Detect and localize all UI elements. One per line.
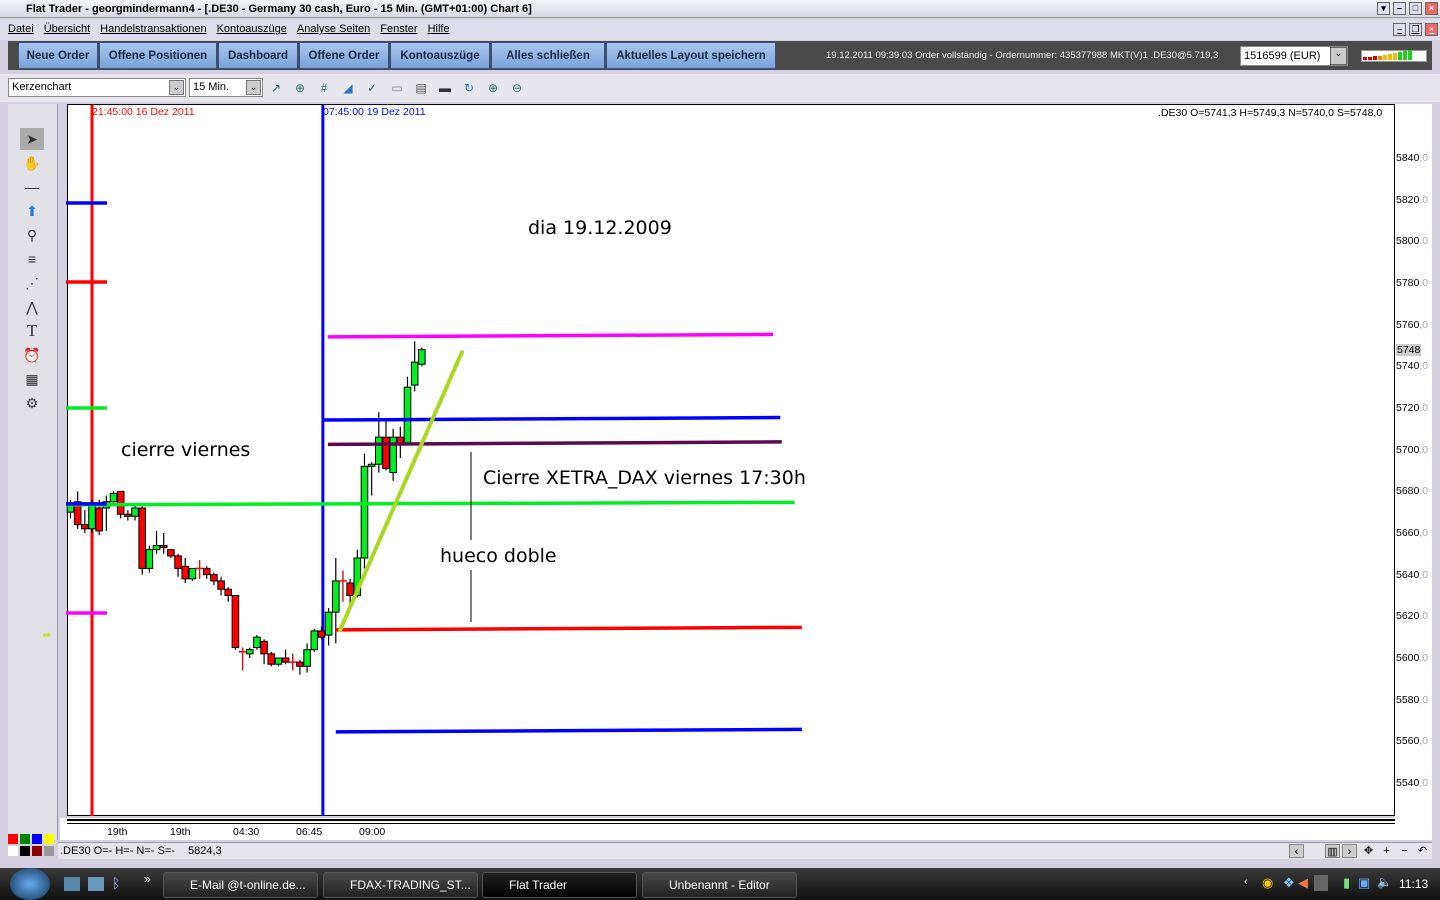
candle-down	[124, 513, 132, 517]
bluetooth-icon[interactable]: ᛒ	[112, 875, 120, 891]
switch-windows-icon[interactable]	[88, 877, 104, 891]
candle-down	[281, 657, 290, 663]
candle-up	[152, 544, 161, 551]
horizontal-line	[327, 440, 782, 447]
start-button[interactable]	[10, 868, 50, 900]
horizontal-line	[66, 500, 795, 507]
horizontal-line	[322, 415, 781, 422]
candle-up	[253, 636, 261, 649]
candle-up	[367, 463, 376, 467]
candle-down	[138, 507, 146, 569]
candle-up	[360, 465, 369, 559]
candle-down	[317, 630, 326, 638]
candle-up	[375, 436, 383, 465]
current-price-label: 5748	[1396, 344, 1422, 356]
annotation-hueco-doble: hueco doble	[440, 545, 557, 567]
candle-up	[131, 507, 139, 517]
candle-up	[418, 349, 426, 365]
annotation-cierre-viernes: cierre viernes	[121, 439, 251, 461]
move-icon[interactable]: ✥	[1361, 844, 1376, 858]
show-desktop-icon[interactable]	[64, 877, 80, 891]
horizontal-line	[335, 727, 802, 734]
candle-down	[346, 582, 354, 596]
task-flat-trader[interactable]: Flat Trader	[482, 872, 637, 898]
scroll-right-button[interactable]: ›	[1342, 844, 1357, 858]
annotation-cierre-xetra: Cierre XETRA_DAX viernes 17:30h	[483, 467, 806, 489]
candle-up	[410, 361, 419, 386]
vline-label-blue: 07:45:00 19 Dez 2011	[323, 106, 426, 118]
color-maroon[interactable]	[32, 846, 42, 856]
tray-device-icon[interactable]	[1314, 875, 1328, 891]
status-price: 5824,3	[188, 845, 222, 857]
horizontal-line	[327, 332, 774, 339]
tray-speaker-icon[interactable]: ◀	[1298, 875, 1308, 891]
candle-down	[174, 555, 182, 569]
tray-app-icon[interactable]: ◉	[1262, 875, 1273, 891]
trend-line	[338, 349, 464, 633]
candle-down	[181, 565, 190, 580]
task-label: FDAX-TRADING_ST...	[350, 878, 471, 892]
vline-label-red: 21:45:00 16 Dez 2011	[92, 106, 195, 118]
reset-zoom-icon[interactable]: ↶	[1415, 844, 1430, 858]
candle-up	[403, 386, 412, 444]
candle-down	[116, 490, 125, 515]
candle-up	[303, 649, 311, 667]
candle-down	[217, 580, 225, 590]
candle-up	[188, 567, 197, 580]
clock[interactable]: 11:13	[1399, 877, 1428, 891]
candle-down	[267, 653, 276, 665]
candle-down	[296, 661, 304, 667]
network-icon[interactable]: ▣	[1358, 875, 1370, 891]
candle-up	[245, 649, 254, 655]
candle-down	[95, 507, 103, 532]
ohlc-readout: .DE30 O=5741,3 H=5749,3 N=5740,0 S=5748,…	[1158, 107, 1383, 119]
scroll-thumb[interactable]: ▥	[1325, 844, 1340, 858]
candle-up	[274, 657, 283, 665]
color-gray[interactable]	[44, 846, 54, 856]
color-black[interactable]	[20, 846, 30, 856]
horizontal-line	[335, 625, 802, 632]
zoom-in-icon[interactable]: +	[1379, 844, 1394, 858]
candle-down	[81, 524, 89, 530]
candle-down	[167, 549, 175, 557]
candle-down	[210, 574, 218, 582]
candle-down	[202, 567, 211, 576]
candle-up	[88, 503, 96, 530]
volume-icon[interactable]: 🔈	[1377, 875, 1392, 889]
chevron-right-icon[interactable]: »	[144, 872, 151, 886]
tray-network-icon[interactable]: ❖	[1283, 875, 1295, 891]
zoom-out-icon[interactable]: −	[1397, 844, 1412, 858]
battery-icon[interactable]: ▮	[1343, 875, 1350, 891]
task-editor[interactable]: Unbenannt - Editor	[642, 872, 797, 898]
task-label: Flat Trader	[509, 878, 568, 892]
task-email[interactable]: E-Mail @t-online.de...	[163, 872, 318, 898]
candle-up	[145, 549, 154, 569]
candle-down	[231, 594, 240, 649]
scroll-left-button[interactable]: ‹	[1289, 844, 1304, 858]
candle-up	[310, 630, 319, 651]
task-label: E-Mail @t-online.de...	[190, 878, 306, 892]
candle-down	[260, 640, 268, 655]
candle-up	[324, 611, 333, 636]
tray-expand-icon[interactable]: ‹	[1244, 876, 1248, 888]
candle-up	[109, 492, 118, 503]
task-fdax[interactable]: FDAX-TRADING_ST...	[323, 872, 478, 898]
color-white[interactable]	[8, 846, 18, 856]
candle-down	[224, 588, 233, 596]
candle-down	[382, 436, 390, 469]
taskbar: ᛒ » E-Mail @t-online.de... FDAX-TRADING_…	[0, 868, 1440, 900]
status-bar: .DE30 O=- H=- N=- S=- 5824,3	[58, 842, 1432, 859]
annotation-date: dia 19.12.2009	[528, 217, 672, 239]
status-ohlc: .DE30 O=- H=- N=- S=-	[60, 845, 175, 857]
task-label: Unbenannt - Editor	[669, 878, 770, 892]
candlestick-chart	[43, 105, 802, 816]
candle-down	[159, 544, 168, 549]
candle-up	[331, 580, 340, 613]
